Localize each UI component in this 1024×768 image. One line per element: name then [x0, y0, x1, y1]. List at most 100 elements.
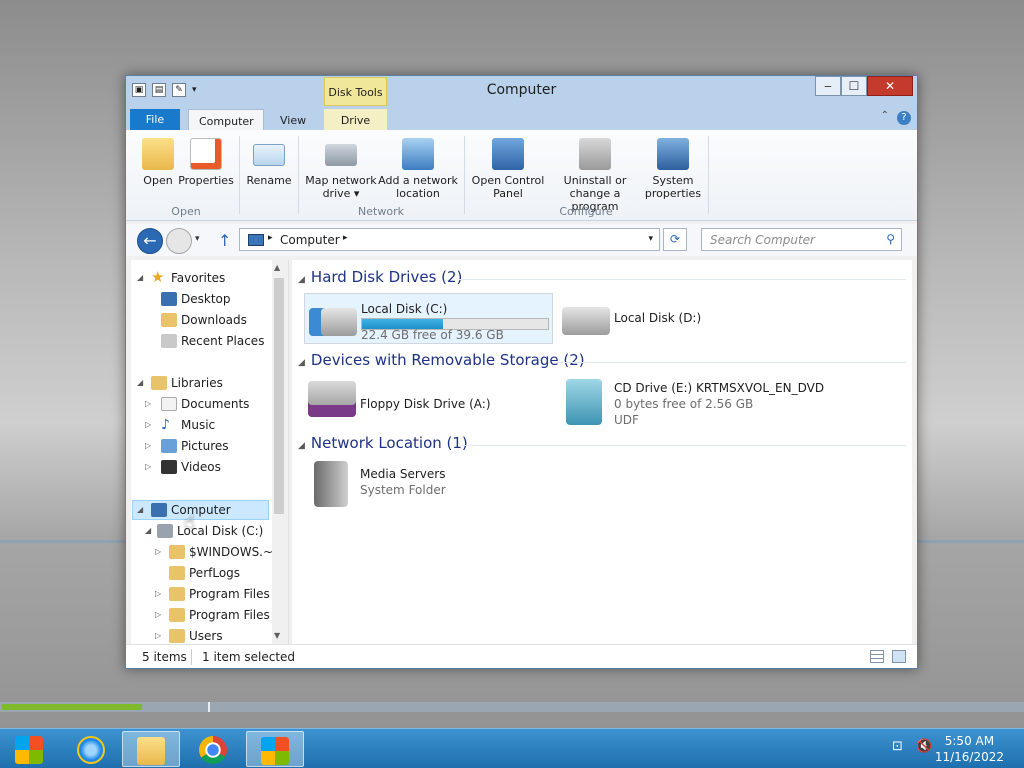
expanded-arrow-icon[interactable]: ◢	[137, 500, 143, 520]
scroll-down-icon[interactable]: ▼	[274, 631, 280, 640]
nav-libraries[interactable]: ◢ Libraries	[137, 373, 277, 393]
group-network-location[interactable]: ◢ Network Location (1)	[298, 434, 468, 452]
network-icon[interactable]: ⊡	[892, 739, 903, 754]
search-icon[interactable]: ⚲	[886, 232, 895, 246]
expanded-arrow-icon[interactable]: ◢	[145, 521, 151, 541]
collapsed-arrow-icon[interactable]: ▷	[145, 457, 151, 477]
drive-local-disk-d[interactable]: Local Disk (D:)	[558, 293, 808, 344]
collapsed-arrow-icon[interactable]: ▷	[155, 542, 161, 562]
content-pane[interactable]: ◢ Hard Disk Drives (2) Local Disk (C:) 22…	[292, 260, 912, 644]
help-icon[interactable]: ?	[897, 111, 911, 125]
properties-button[interactable]: Properties	[178, 138, 234, 187]
nav-windows-label: $WINDOWS.~B	[189, 545, 282, 559]
folder-icon	[169, 608, 185, 622]
breadcrumb-chevron-icon[interactable]: ▸	[268, 233, 273, 243]
forward-button[interactable]	[166, 228, 192, 254]
large-icons-view-icon[interactable]	[892, 650, 906, 663]
open-button[interactable]: Open	[140, 138, 176, 187]
collapse-ribbon-icon[interactable]: ⌃	[881, 110, 889, 121]
system-properties-button[interactable]: System properties	[644, 138, 702, 200]
nav-documents-label: Documents	[181, 397, 250, 411]
nav-videos[interactable]: ▷ Videos	[145, 457, 277, 477]
nav-recent-places[interactable]: Recent Places	[157, 331, 277, 351]
media-servers[interactable]: Media Servers System Folder	[304, 457, 553, 513]
back-button[interactable]: ←	[137, 228, 163, 254]
taskbar-file-explorer[interactable]	[122, 731, 180, 767]
drive-cd-e[interactable]: CD Drive (E:) KRTMSXVOL_EN_DVD 0 bytes f…	[558, 373, 858, 433]
nav-documents[interactable]: ▷ Documents	[145, 394, 277, 414]
collapsed-arrow-icon[interactable]: ▷	[155, 626, 161, 644]
collapsed-arrow-icon[interactable]: ▷	[145, 415, 151, 435]
tab-file[interactable]: File	[130, 109, 180, 131]
system-clock[interactable]: 5:50 AM 11/16/2022	[935, 733, 1004, 765]
nav-computer[interactable]: ◢ Computer	[137, 500, 277, 520]
map-network-drive-button[interactable]: Map network drive ▾	[304, 138, 378, 200]
add-network-location-button[interactable]: Add a network location	[378, 138, 458, 200]
nav-folder-windows-bt[interactable]: ▷ $WINDOWS.~B	[155, 542, 286, 562]
nav-local-disk-c[interactable]: ◢ Local Disk (C:)	[145, 521, 277, 541]
nav-music[interactable]: ▷ ♪ Music	[145, 415, 277, 435]
add-location-label-1: Add a network	[378, 174, 458, 187]
tab-drive[interactable]: Drive	[324, 109, 387, 131]
collapsed-arrow-icon[interactable]: ▷	[145, 394, 151, 414]
collapsed-arrow-icon[interactable]: ▷	[145, 436, 151, 456]
group-hard-disk-drives[interactable]: ◢ Hard Disk Drives (2)	[298, 268, 462, 286]
breadcrumb-chevron-icon[interactable]: ▸	[343, 233, 348, 243]
search-input[interactable]: Search Computer ⚲	[701, 228, 902, 251]
floppy-name: Floppy Disk Drive (A:)	[360, 397, 491, 411]
minimize-button[interactable]: ‒	[815, 76, 841, 96]
start-button[interactable]	[0, 731, 58, 767]
expanded-arrow-icon[interactable]: ◢	[137, 373, 143, 393]
rename-button[interactable]: Rename	[246, 138, 292, 187]
group-removable-storage[interactable]: ◢ Devices with Removable Storage (2)	[298, 351, 585, 369]
taskbar-internet-explorer[interactable]	[62, 731, 120, 767]
selection-count: 1 item selected	[202, 650, 296, 664]
navpane-scrollbar[interactable]: ▲ ▼	[272, 260, 286, 644]
rename-label: Rename	[246, 174, 292, 187]
desktop-progress-fill	[2, 704, 142, 710]
nav-folder-users[interactable]: ▷ Users	[155, 626, 277, 644]
nav-folder-program-files-x86[interactable]: ▷ Program Files (	[155, 605, 286, 625]
breadcrumb-computer[interactable]: Computer	[280, 233, 340, 247]
group-collapse-icon[interactable]: ◢	[298, 441, 305, 451]
collapsed-arrow-icon[interactable]: ▷	[155, 605, 161, 625]
nav-folder-program-files[interactable]: ▷ Program Files	[155, 584, 277, 604]
taskbar-windows-app[interactable]	[246, 731, 304, 767]
nav-desktop[interactable]: Desktop	[157, 289, 277, 309]
maximize-button[interactable]: ☐	[841, 76, 867, 96]
expanded-arrow-icon[interactable]: ◢	[137, 268, 143, 288]
open-control-panel-button[interactable]: Open Control Panel	[470, 138, 546, 200]
libraries-icon	[151, 376, 167, 390]
address-bar[interactable]: ▸ Computer ▸ ▾	[239, 228, 660, 251]
media-server-icon	[314, 461, 348, 507]
control-panel-icon	[492, 138, 524, 170]
scrollbar-thumb[interactable]	[274, 278, 284, 514]
title-bar[interactable]: ▣ ▤ ✎ ▾ Disk Tools Computer ‒ ☐ ✕	[126, 76, 917, 106]
volume-muted-icon[interactable]: 🔇	[916, 739, 932, 754]
nav-pictures[interactable]: ▷ Pictures	[145, 436, 277, 456]
scroll-up-icon[interactable]: ▲	[274, 263, 280, 272]
drive-local-disk-c[interactable]: Local Disk (C:) 22.4 GB free of 39.6 GB	[304, 293, 553, 344]
tab-computer[interactable]: Computer	[188, 109, 264, 131]
up-arrow-icon[interactable]: ↑	[218, 231, 231, 250]
collapsed-arrow-icon[interactable]: ▷	[155, 584, 161, 604]
properties-label: Properties	[178, 174, 234, 187]
refresh-button[interactable]: ⟳	[663, 228, 687, 251]
close-button[interactable]: ✕	[867, 76, 913, 96]
pane-splitter[interactable]	[288, 260, 289, 644]
nav-favorites[interactable]: ◢ ★ Favorites	[137, 268, 277, 288]
group-collapse-icon[interactable]: ◢	[298, 358, 305, 368]
taskbar-chrome[interactable]	[184, 731, 242, 767]
recent-locations-dropdown-icon[interactable]: ▾	[195, 234, 200, 244]
nav-videos-label: Videos	[181, 460, 221, 474]
nav-downloads[interactable]: Downloads	[157, 310, 277, 330]
uninstall-program-button[interactable]: Uninstall or change a program	[546, 138, 644, 213]
drive-floppy-a[interactable]: Floppy Disk Drive (A:)	[304, 373, 553, 433]
address-dropdown-icon[interactable]: ▾	[648, 234, 653, 244]
nav-folder-perflogs[interactable]: PerfLogs	[155, 563, 277, 583]
navigation-pane[interactable]: ◢ ★ Favorites Desktop Downloads Recent P…	[131, 260, 286, 644]
details-view-icon[interactable]	[870, 650, 884, 663]
group-collapse-icon[interactable]: ◢	[298, 275, 305, 285]
tab-view[interactable]: View	[270, 109, 316, 131]
explorer-window[interactable]: ▣ ▤ ✎ ▾ Disk Tools Computer ‒ ☐ ✕ File C…	[125, 75, 918, 669]
